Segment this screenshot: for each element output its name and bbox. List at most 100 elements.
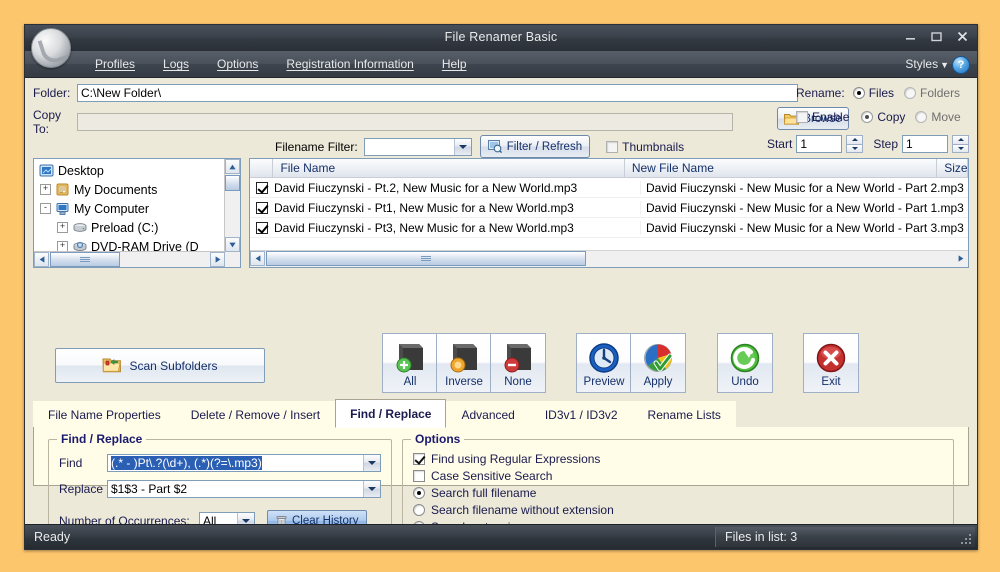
spinner-down-icon[interactable] bbox=[952, 144, 969, 154]
folder-tree[interactable]: Desktop + My Documents - My Co bbox=[33, 158, 241, 268]
resize-grip-icon[interactable] bbox=[959, 532, 971, 544]
clear-history-button[interactable]: Clear History bbox=[267, 510, 367, 524]
column-header-new-file-name[interactable]: New File Name bbox=[625, 159, 937, 177]
menu-item-profiles[interactable]: Profiles bbox=[81, 54, 149, 74]
spinner-up-icon[interactable] bbox=[952, 135, 969, 144]
tree-expander-icon[interactable]: + bbox=[57, 222, 68, 233]
option-label: Find using Regular Expressions bbox=[431, 452, 600, 466]
chevron-down-icon[interactable] bbox=[237, 513, 254, 524]
minimize-icon[interactable] bbox=[902, 28, 919, 45]
tree-horizontal-scrollbar[interactable] bbox=[34, 251, 225, 267]
file-list[interactable]: File Name New File Name Size David Fiucz… bbox=[249, 158, 969, 268]
scroll-left-icon[interactable] bbox=[250, 251, 265, 266]
find-combo[interactable]: (.* - )Pt\.?(\d+), (.*)(?=\.mp3) bbox=[107, 454, 381, 472]
select-inverse-button[interactable]: Inverse bbox=[436, 333, 492, 393]
table-row[interactable]: David Fiuczynski - Pt1, New Music for a … bbox=[250, 198, 968, 218]
scroll-down-icon[interactable] bbox=[225, 237, 240, 252]
tab-file-name-properties[interactable]: File Name Properties bbox=[33, 401, 176, 428]
step-spinner[interactable] bbox=[952, 135, 969, 153]
tree-node-my-documents[interactable]: + My Documents bbox=[37, 180, 225, 199]
find-label: Find bbox=[59, 456, 107, 470]
row-checkbox-cell[interactable] bbox=[250, 202, 274, 214]
help-icon[interactable]: ? bbox=[952, 56, 970, 74]
exit-button[interactable]: Exit bbox=[803, 333, 859, 393]
checkbox-find-regex[interactable] bbox=[413, 453, 425, 465]
checkbox-case-sensitive[interactable] bbox=[413, 470, 425, 482]
column-header-file-name[interactable]: File Name bbox=[273, 159, 624, 177]
scroll-left-icon[interactable] bbox=[34, 252, 49, 267]
option-case-sensitive[interactable]: Case Sensitive Search bbox=[413, 467, 614, 484]
tree-expander-icon[interactable]: + bbox=[40, 184, 51, 195]
menu-item-help[interactable]: Help bbox=[428, 54, 481, 74]
filter-refresh-button[interactable]: Filter / Refresh bbox=[480, 135, 590, 158]
step-input[interactable] bbox=[902, 135, 948, 153]
scan-subfolders-button[interactable]: Scan Subfolders bbox=[55, 348, 265, 383]
close-icon[interactable] bbox=[954, 28, 971, 45]
scroll-thumb[interactable] bbox=[225, 175, 240, 191]
folder-input[interactable] bbox=[77, 84, 798, 102]
tree-node-dvd-ram-drive[interactable]: + DVD-RAM Drive (D bbox=[37, 237, 225, 252]
table-row[interactable]: David Fiuczynski - Pt3, New Music for a … bbox=[250, 218, 968, 238]
option-search-full-filename[interactable]: Search full filename bbox=[413, 484, 614, 501]
radio-move[interactable] bbox=[915, 111, 927, 123]
select-none-button[interactable]: None bbox=[490, 333, 546, 393]
spinner-up-icon[interactable] bbox=[846, 135, 863, 144]
filename-filter-combo[interactable] bbox=[364, 138, 472, 156]
file-list-horizontal-scrollbar[interactable] bbox=[250, 250, 968, 267]
replace-combo[interactable]: $1$3 - Part $2 bbox=[107, 480, 381, 498]
spinner-down-icon[interactable] bbox=[846, 144, 863, 154]
copy-to-input[interactable] bbox=[77, 113, 733, 131]
table-row[interactable]: David Fiuczynski - Pt.2, New Music for a… bbox=[250, 178, 968, 198]
tab-rename-lists[interactable]: Rename Lists bbox=[633, 401, 736, 428]
menu-item-options[interactable]: Options bbox=[203, 54, 272, 74]
chevron-down-icon[interactable] bbox=[454, 139, 471, 155]
scroll-right-icon[interactable] bbox=[210, 252, 225, 267]
option-find-using-regex[interactable]: Find using Regular Expressions bbox=[413, 450, 614, 467]
tree-node-preload-c[interactable]: + Preload (C:) bbox=[37, 218, 225, 237]
tree-vertical-scrollbar[interactable] bbox=[224, 159, 240, 252]
select-all-button[interactable]: All bbox=[382, 333, 438, 393]
scroll-thumb[interactable] bbox=[266, 251, 586, 266]
row-checkbox[interactable] bbox=[256, 182, 268, 194]
chevron-down-icon[interactable] bbox=[363, 481, 380, 497]
apply-button[interactable]: Apply bbox=[630, 333, 686, 393]
menu-item-logs[interactable]: Logs bbox=[149, 54, 203, 74]
row-checkbox-cell[interactable] bbox=[250, 222, 274, 234]
menu-item-registration-information[interactable]: Registration Information bbox=[272, 54, 427, 74]
tab-advanced[interactable]: Advanced bbox=[446, 401, 529, 428]
radio-files[interactable] bbox=[853, 87, 865, 99]
tab-find-replace[interactable]: Find / Replace bbox=[335, 399, 446, 428]
styles-menu[interactable]: Styles▼ bbox=[905, 57, 949, 71]
tab-id3v1-id3v2[interactable]: ID3v1 / ID3v2 bbox=[530, 401, 633, 428]
undo-button[interactable]: Undo bbox=[717, 333, 773, 393]
start-input[interactable] bbox=[796, 135, 842, 153]
row-checkbox[interactable] bbox=[256, 222, 268, 234]
computer-icon bbox=[55, 202, 71, 216]
trash-icon bbox=[276, 515, 287, 525]
chevron-down-icon[interactable] bbox=[363, 455, 380, 471]
radio-folders[interactable] bbox=[904, 87, 916, 99]
row-checkbox[interactable] bbox=[256, 202, 268, 214]
column-header-size[interactable]: Size bbox=[937, 159, 968, 177]
preview-button[interactable]: Preview bbox=[576, 333, 632, 393]
radio-copy[interactable] bbox=[861, 111, 873, 123]
checkbox-thumbnails[interactable] bbox=[606, 141, 618, 153]
scroll-thumb[interactable] bbox=[50, 252, 120, 267]
tree-collapser-icon[interactable]: - bbox=[40, 203, 51, 214]
tab-delete-remove-insert[interactable]: Delete / Remove / Insert bbox=[176, 401, 335, 428]
row-checkbox-cell[interactable] bbox=[250, 182, 274, 194]
maximize-icon[interactable] bbox=[928, 28, 945, 45]
tree-node-label: My Documents bbox=[74, 183, 157, 197]
radio-search-full-filename[interactable] bbox=[413, 487, 425, 499]
scroll-right-icon[interactable] bbox=[953, 251, 968, 266]
tree-node-desktop[interactable]: Desktop bbox=[37, 161, 225, 180]
client-area: Folder: Copy To: Browse Rename: Files Fo… bbox=[25, 78, 977, 524]
option-search-without-extension[interactable]: Search filename without extension bbox=[413, 501, 614, 518]
scroll-up-icon[interactable] bbox=[225, 159, 240, 174]
radio-search-without-extension[interactable] bbox=[413, 504, 425, 516]
occurrences-combo[interactable]: All bbox=[199, 512, 255, 524]
tree-node-my-computer[interactable]: - My Computer bbox=[37, 199, 225, 218]
checkbox-enable[interactable] bbox=[796, 111, 808, 123]
cell-new-file-name: David Fiuczynski - New Music for a New W… bbox=[640, 221, 966, 235]
start-spinner[interactable] bbox=[846, 135, 863, 153]
